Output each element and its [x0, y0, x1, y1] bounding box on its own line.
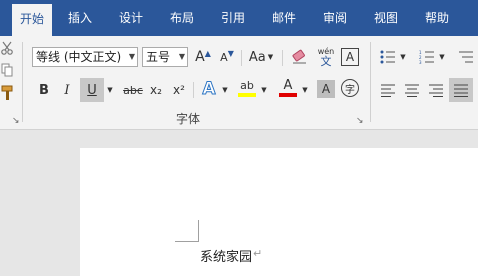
group-separator — [22, 42, 23, 122]
character-shading-button[interactable]: A — [317, 80, 335, 98]
tab-design[interactable]: 设计 — [119, 0, 143, 36]
chevron-down-icon: ▼ — [178, 52, 185, 61]
underline-dropdown-icon[interactable]: ▼ — [104, 80, 116, 100]
tab-mailings[interactable]: 邮件 — [272, 0, 296, 36]
align-center-icon[interactable] — [402, 80, 422, 100]
underline-button[interactable]: U — [80, 78, 104, 102]
font-color-swatch — [279, 93, 297, 97]
grow-font-label: A — [195, 49, 205, 65]
font-name-value: 等线 (中文正文) — [36, 50, 122, 64]
chevron-down-icon: ▼ — [267, 53, 274, 61]
shrink-font-button[interactable]: A ▼ — [217, 47, 237, 67]
bold-button[interactable]: B — [35, 80, 53, 100]
caret-down-icon: ▼ — [227, 48, 234, 58]
numbering-icon[interactable]: 123 — [417, 47, 437, 67]
ribbon-home: 等线 (中文正文) ▼ 五号 ▼ A ▲ A ▼ Aa ▼ wén 文 A B I U… — [0, 36, 478, 130]
strikethrough-button[interactable]: abc — [120, 80, 146, 100]
clear-formatting-icon[interactable] — [289, 47, 311, 67]
svg-text:3: 3 — [419, 60, 422, 64]
chevron-down-icon[interactable]: ▼ — [258, 80, 270, 100]
tab-review[interactable]: 审阅 — [323, 0, 347, 36]
character-border-label: A — [345, 50, 355, 64]
chevron-down-icon[interactable]: ▼ — [398, 47, 408, 67]
font-dialog-launcher-icon[interactable]: ↘ — [356, 116, 364, 126]
bullets-icon[interactable] — [378, 47, 398, 67]
copy-icon[interactable] — [0, 62, 14, 78]
font-name-dropdown[interactable]: 等线 (中文正文) ▼ — [32, 47, 138, 67]
align-left-icon[interactable] — [378, 80, 398, 100]
clipboard-dialog-launcher-icon[interactable]: ↘ — [12, 116, 20, 126]
enclose-characters-button[interactable]: 字 — [341, 79, 359, 97]
change-case-label: Aa — [248, 49, 266, 65]
font-color-label: A — [283, 78, 293, 93]
change-case-button[interactable]: Aa ▼ — [246, 47, 276, 67]
document-text[interactable]: 系统家园 — [200, 246, 252, 265]
chevron-down-icon[interactable]: ▼ — [437, 47, 447, 67]
text-effects-label: A — [202, 79, 216, 100]
multilevel-list-icon[interactable] — [456, 47, 476, 67]
superscript-button[interactable]: x² — [170, 80, 188, 100]
text-effects-button[interactable]: A — [199, 78, 219, 100]
italic-button[interactable]: I — [58, 80, 76, 100]
paragraph-mark-icon: ↵ — [253, 247, 263, 260]
chevron-down-icon[interactable]: ▼ — [299, 80, 311, 100]
font-color-button[interactable]: A — [277, 76, 299, 100]
margin-corner-mark — [198, 220, 199, 242]
margin-corner-mark — [175, 241, 199, 242]
tab-home[interactable]: 开始 — [12, 4, 53, 36]
separator — [241, 50, 242, 66]
shrink-font-label: A — [220, 50, 228, 64]
chevron-down-icon: ▼ — [128, 52, 135, 61]
font-size-value: 五号 — [146, 50, 171, 64]
subscript-button[interactable]: x₂ — [147, 80, 165, 100]
character-border-button[interactable]: A — [341, 48, 359, 66]
ribbon-tab-bar: 开始 插入 设计 布局 引用 邮件 审阅 视图 帮助 — [0, 0, 478, 36]
highlight-color-button[interactable]: ab — [236, 76, 258, 100]
phonetic-bottom-label: 文 — [320, 54, 332, 68]
tab-references[interactable]: 引用 — [221, 0, 245, 36]
separator — [193, 82, 194, 98]
tab-help[interactable]: 帮助 — [425, 0, 449, 36]
group-separator — [370, 42, 371, 122]
chevron-down-icon[interactable]: ▼ — [219, 80, 231, 100]
font-size-dropdown[interactable]: 五号 ▼ — [142, 47, 188, 67]
caret-up-icon: ▲ — [204, 48, 211, 58]
highlight-label: ab — [240, 79, 254, 92]
highlight-swatch — [238, 93, 256, 97]
cut-icon[interactable] — [0, 40, 14, 56]
align-right-icon[interactable] — [426, 80, 446, 100]
phonetic-guide-button[interactable]: wén 文 — [315, 44, 337, 70]
tab-layout[interactable]: 布局 — [170, 0, 194, 36]
separator — [282, 50, 283, 66]
format-painter-icon[interactable] — [0, 84, 16, 102]
grow-font-button[interactable]: A ▲ — [193, 47, 213, 67]
document-page[interactable] — [80, 148, 478, 276]
tab-view[interactable]: 视图 — [374, 0, 398, 36]
font-group-label: 字体 — [176, 112, 201, 126]
tab-insert[interactable]: 插入 — [68, 0, 92, 36]
justify-icon[interactable] — [449, 78, 473, 102]
